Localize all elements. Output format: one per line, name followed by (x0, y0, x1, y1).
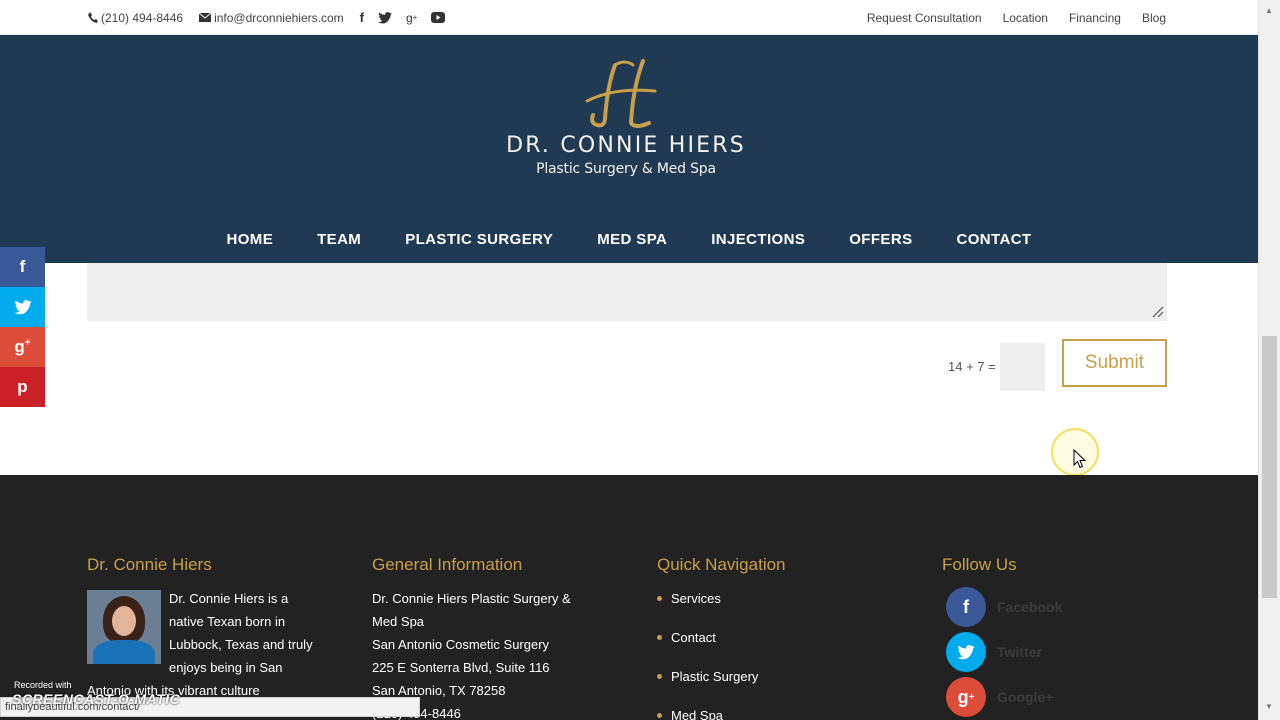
footer-follow-title: Follow Us (942, 555, 1017, 574)
scroll-up-arrow-icon[interactable]: ▲ (1265, 6, 1273, 15)
resize-grip-icon[interactable] (1150, 304, 1164, 318)
phone-link[interactable]: (210) 494-8446 (88, 11, 183, 25)
share-facebook-button[interactable]: f (0, 247, 45, 287)
google-plus-icon: g+ (14, 337, 31, 356)
main-nav: HOME TEAM PLASTIC SURGERY MED SPA INJECT… (0, 231, 1258, 248)
share-pinterest-button[interactable]: p (0, 367, 45, 407)
facebook-icon: f (19, 257, 26, 276)
top-links: Request Consultation Location Financing … (846, 0, 1166, 35)
facebook-icon[interactable]: f (360, 10, 364, 25)
watermark-brand: SCREENCAST-O-MATIC (12, 691, 181, 707)
follow-twitter[interactable]: Twitter (946, 632, 1062, 672)
google-plus-icon[interactable]: g + (406, 11, 417, 25)
twitter-icon (946, 632, 986, 672)
footer-info-title: General Information (372, 555, 523, 574)
youtube-icon[interactable] (431, 12, 446, 23)
bullet-dot-icon (657, 674, 662, 679)
logo-name: DR. CONNIE HIERS (506, 133, 746, 158)
bullet-dot-icon (657, 713, 662, 718)
site-header: DR. CONNIE HIERS Plastic Surgery & Med S… (0, 35, 1258, 263)
follow-facebook[interactable]: f Facebook (946, 587, 1062, 627)
footer-general-info: General Information Dr. Connie Hiers Pla… (372, 555, 597, 720)
email-address: info@drconniehiers.com (214, 10, 344, 25)
mouse-pointer-icon (1073, 449, 1087, 469)
scrollbar-thumb[interactable] (1262, 336, 1277, 598)
blog-link[interactable]: Blog (1142, 11, 1166, 25)
contact-bar: (210) 494-8446 info@drconniehiers.com f … (88, 0, 459, 35)
message-textarea[interactable] (87, 263, 1167, 321)
footer-quicknav-title: Quick Navigation (657, 555, 786, 574)
bullet-dot-icon (657, 596, 662, 601)
google-plus-icon: g+ (946, 677, 986, 717)
captcha-question: 14 + 7 = (948, 359, 996, 374)
logo-tagline: Plastic Surgery & Med Spa (536, 161, 716, 177)
site-logo[interactable]: DR. CONNIE HIERS Plastic Surgery & Med S… (500, 57, 752, 189)
top-social-links: f g + (360, 10, 460, 25)
share-google-plus-button[interactable]: g+ (0, 327, 45, 367)
bullet-dot-icon (657, 635, 662, 640)
floating-share-bar: f g+ p (0, 247, 45, 407)
top-bar: (210) 494-8446 info@drconniehiers.com f … (0, 0, 1258, 35)
footer-quick-nav: Quick Navigation Services Contact Plasti… (657, 555, 786, 720)
captcha-input[interactable] (1000, 343, 1045, 391)
quicknav-services[interactable]: Services (657, 587, 786, 610)
submit-button[interactable]: Submit (1062, 339, 1167, 387)
envelope-icon (199, 13, 212, 22)
info-practice-name: Dr. Connie Hiers Plastic Surgery & Med S… (372, 591, 571, 629)
nav-contact[interactable]: CONTACT (956, 231, 1031, 248)
facebook-icon: f (946, 587, 986, 627)
email-link[interactable]: info@drconniehiers.com (199, 11, 344, 25)
logo-monogram-icon (585, 59, 657, 128)
phone-icon (88, 12, 98, 23)
nav-team[interactable]: TEAM (317, 231, 361, 248)
share-twitter-button[interactable] (0, 287, 45, 327)
quicknav-contact[interactable]: Contact (657, 626, 786, 649)
quicknav-med-spa[interactable]: Med Spa (657, 704, 786, 720)
quicknav-plastic-surgery[interactable]: Plastic Surgery (657, 665, 786, 688)
recording-watermark: Recorded with SCREENCAST-O-MATIC (12, 680, 180, 707)
request-consultation-link[interactable]: Request Consultation (867, 11, 982, 25)
nav-offers[interactable]: OFFERS (849, 231, 912, 248)
doctor-photo (87, 590, 161, 664)
financing-link[interactable]: Financing (1069, 11, 1121, 25)
nav-med-spa[interactable]: MED SPA (597, 231, 667, 248)
follow-google-plus[interactable]: g + Google+ (946, 677, 1062, 717)
footer-follow-us: Follow Us f Facebook Twitter g + Google+ (942, 555, 1062, 720)
phone-number: (210) 494-8446 (101, 10, 184, 25)
nav-injections[interactable]: INJECTIONS (711, 231, 805, 248)
info-subtitle: San Antonio Cosmetic Surgery (372, 637, 550, 652)
pinterest-icon: p (17, 377, 28, 396)
scroll-down-arrow-icon[interactable]: ▼ (1265, 702, 1273, 711)
twitter-icon (13, 299, 32, 314)
nav-plastic-surgery[interactable]: PLASTIC SURGERY (405, 231, 553, 248)
vertical-scrollbar[interactable]: ▲ ▼ (1258, 0, 1280, 720)
watermark-recorded-with: Recorded with (14, 680, 72, 690)
location-link[interactable]: Location (1003, 11, 1048, 25)
info-street: 225 E Sonterra Blvd, Suite 116 (372, 660, 550, 675)
nav-home[interactable]: HOME (227, 231, 274, 248)
footer-bio-title: Dr. Connie Hiers (87, 555, 212, 574)
twitter-icon[interactable] (377, 11, 392, 24)
site-footer: Dr. Connie Hiers Dr. Connie Hiers is a n… (0, 475, 1258, 720)
